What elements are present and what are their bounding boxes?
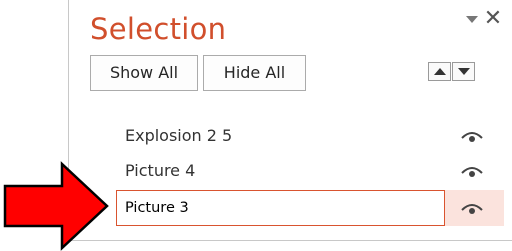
eye-icon[interactable] <box>459 129 485 143</box>
pane-title: Selection <box>90 12 227 46</box>
list-item-selected[interactable] <box>116 190 504 226</box>
send-backward-button[interactable] <box>452 62 475 81</box>
list-item[interactable]: Explosion 2 5 <box>116 121 504 151</box>
item-label: Explosion 2 5 <box>125 126 233 145</box>
show-all-button[interactable]: Show All <box>90 55 198 91</box>
hide-all-button[interactable]: Hide All <box>203 55 306 91</box>
eye-icon[interactable] <box>459 164 485 178</box>
bring-forward-button[interactable] <box>428 62 451 81</box>
close-icon[interactable]: ✕ <box>483 8 503 30</box>
red-arrow-icon <box>3 161 109 251</box>
rename-box[interactable] <box>116 190 445 226</box>
pane-options-icon[interactable] <box>465 10 479 30</box>
triangle-down-icon <box>457 68 470 75</box>
item-label: Picture 4 <box>125 161 196 180</box>
rename-input[interactable] <box>125 191 435 225</box>
list-item[interactable]: Picture 4 <box>116 156 504 186</box>
eye-icon[interactable] <box>459 201 485 215</box>
triangle-up-icon <box>433 68 446 75</box>
